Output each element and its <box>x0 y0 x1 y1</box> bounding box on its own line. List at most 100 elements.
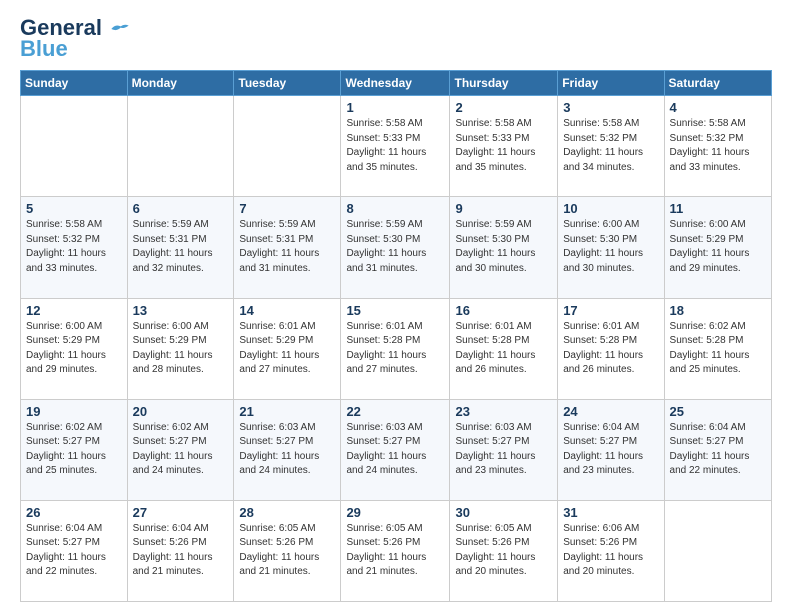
day-number: 17 <box>563 303 658 318</box>
weekday-header: Saturday <box>664 71 771 96</box>
calendar-cell: 25 Sunrise: 6:04 AMSunset: 5:27 PMDayligh… <box>664 399 771 500</box>
day-number: 30 <box>455 505 552 520</box>
day-number: 8 <box>346 201 444 216</box>
day-number: 6 <box>133 201 229 216</box>
day-number: 14 <box>239 303 335 318</box>
calendar-cell: 5 Sunrise: 5:58 AMSunset: 5:32 PMDaylight… <box>21 197 128 298</box>
day-number: 13 <box>133 303 229 318</box>
weekday-header: Wednesday <box>341 71 450 96</box>
page: General Blue SundayMondayTuesdayWednesda… <box>0 0 792 612</box>
day-number: 29 <box>346 505 444 520</box>
calendar-cell: 10 Sunrise: 6:00 AMSunset: 5:30 PMDayligh… <box>558 197 664 298</box>
day-info: Sunrise: 6:05 AMSunset: 5:26 PMDaylight:… <box>346 522 444 580</box>
calendar-cell: 12 Sunrise: 6:00 AMSunset: 5:29 PMDayligh… <box>21 298 128 399</box>
calendar-cell: 29 Sunrise: 6:05 AMSunset: 5:26 PMDayligh… <box>341 500 450 601</box>
calendar-cell: 4 Sunrise: 5:58 AMSunset: 5:32 PMDaylight… <box>664 96 771 197</box>
day-number: 26 <box>26 505 122 520</box>
weekday-header: Thursday <box>450 71 558 96</box>
logo: General Blue <box>20 16 130 62</box>
logo-blue: Blue <box>20 36 68 62</box>
calendar-cell: 24Sunrise: 6:04 AMSunset: 5:27 PMDayligh… <box>558 399 664 500</box>
calendar-table: SundayMondayTuesdayWednesdayThursdayFrid… <box>20 70 772 602</box>
day-number: 12 <box>26 303 122 318</box>
day-number: 20 <box>133 404 229 419</box>
day-number: 28 <box>239 505 335 520</box>
day-info: Sunrise: 6:02 AMSunset: 5:28 PMDaylight:… <box>670 320 766 378</box>
day-number: 5 <box>26 201 122 216</box>
day-number: 23 <box>455 404 552 419</box>
calendar-cell: 11 Sunrise: 6:00 AMSunset: 5:29 PMDayligh… <box>664 197 771 298</box>
day-number: 25 <box>670 404 766 419</box>
calendar-cell <box>21 96 128 197</box>
weekday-header: Tuesday <box>234 71 341 96</box>
day-info: Sunrise: 6:06 AMSunset: 5:26 PMDaylight:… <box>563 522 658 580</box>
day-number: 16 <box>455 303 552 318</box>
day-info: Sunrise: 6:05 AMSunset: 5:26 PMDaylight:… <box>239 522 335 580</box>
calendar-week-row: 26Sunrise: 6:04 AMSunset: 5:27 PMDayligh… <box>21 500 772 601</box>
calendar-cell: 9Sunrise: 5:59 AMSunset: 5:30 PMDaylight… <box>450 197 558 298</box>
day-number: 9 <box>455 201 552 216</box>
day-number: 27 <box>133 505 229 520</box>
day-info: Sunrise: 6:04 AMSunset: 5:27 PMDaylight:… <box>670 421 766 479</box>
day-info: Sunrise: 6:04 AMSunset: 5:27 PMDaylight:… <box>563 421 658 479</box>
day-info: Sunrise: 5:58 AMSunset: 5:32 PMDaylight:… <box>563 117 658 175</box>
weekday-header: Monday <box>127 71 234 96</box>
calendar-week-row: 12 Sunrise: 6:00 AMSunset: 5:29 PMDayligh… <box>21 298 772 399</box>
day-number: 31 <box>563 505 658 520</box>
calendar-cell: 14 Sunrise: 6:01 AMSunset: 5:29 PMDayligh… <box>234 298 341 399</box>
calendar-cell: 26Sunrise: 6:04 AMSunset: 5:27 PMDayligh… <box>21 500 128 601</box>
calendar-cell: 28 Sunrise: 6:05 AMSunset: 5:26 PMDayligh… <box>234 500 341 601</box>
day-info: Sunrise: 6:03 AMSunset: 5:27 PMDaylight:… <box>346 421 444 479</box>
day-number: 10 <box>563 201 658 216</box>
calendar-cell: 27 Sunrise: 6:04 AMSunset: 5:26 PMDayligh… <box>127 500 234 601</box>
weekday-header-row: SundayMondayTuesdayWednesdayThursdayFrid… <box>21 71 772 96</box>
day-info: Sunrise: 6:00 AMSunset: 5:30 PMDaylight:… <box>563 218 658 276</box>
day-info: Sunrise: 6:03 AMSunset: 5:27 PMDaylight:… <box>239 421 335 479</box>
calendar-week-row: 5 Sunrise: 5:58 AMSunset: 5:32 PMDaylight… <box>21 197 772 298</box>
calendar-cell: 7 Sunrise: 5:59 AMSunset: 5:31 PMDaylight… <box>234 197 341 298</box>
day-info: Sunrise: 5:58 AMSunset: 5:33 PMDaylight:… <box>455 117 552 175</box>
calendar-cell <box>664 500 771 601</box>
bird-icon <box>110 22 130 36</box>
calendar-cell <box>234 96 341 197</box>
day-number: 11 <box>670 201 766 216</box>
calendar-cell: 16 Sunrise: 6:01 AMSunset: 5:28 PMDayligh… <box>450 298 558 399</box>
day-info: Sunrise: 5:59 AMSunset: 5:30 PMDaylight:… <box>346 218 444 276</box>
calendar-cell: 19 Sunrise: 6:02 AMSunset: 5:27 PMDayligh… <box>21 399 128 500</box>
day-number: 19 <box>26 404 122 419</box>
day-number: 7 <box>239 201 335 216</box>
day-number: 22 <box>346 404 444 419</box>
weekday-header: Sunday <box>21 71 128 96</box>
weekday-header: Friday <box>558 71 664 96</box>
day-info: Sunrise: 5:59 AMSunset: 5:31 PMDaylight:… <box>239 218 335 276</box>
calendar-cell: 20 Sunrise: 6:02 AMSunset: 5:27 PMDayligh… <box>127 399 234 500</box>
day-info: Sunrise: 6:00 AMSunset: 5:29 PMDaylight:… <box>133 320 229 378</box>
day-info: Sunrise: 6:01 AMSunset: 5:28 PMDaylight:… <box>455 320 552 378</box>
calendar-cell: 13 Sunrise: 6:00 AMSunset: 5:29 PMDayligh… <box>127 298 234 399</box>
calendar-cell: 6 Sunrise: 5:59 AMSunset: 5:31 PMDaylight… <box>127 197 234 298</box>
day-info: Sunrise: 6:01 AMSunset: 5:29 PMDaylight:… <box>239 320 335 378</box>
calendar-cell: 8 Sunrise: 5:59 AMSunset: 5:30 PMDaylight… <box>341 197 450 298</box>
calendar-cell: 1Sunrise: 5:58 AMSunset: 5:33 PMDaylight… <box>341 96 450 197</box>
day-info: Sunrise: 6:04 AMSunset: 5:26 PMDaylight:… <box>133 522 229 580</box>
day-info: Sunrise: 5:59 AMSunset: 5:31 PMDaylight:… <box>133 218 229 276</box>
day-number: 3 <box>563 100 658 115</box>
day-info: Sunrise: 6:01 AMSunset: 5:28 PMDaylight:… <box>563 320 658 378</box>
calendar-cell: 21 Sunrise: 6:03 AMSunset: 5:27 PMDayligh… <box>234 399 341 500</box>
day-info: Sunrise: 6:02 AMSunset: 5:27 PMDaylight:… <box>26 421 122 479</box>
day-info: Sunrise: 6:02 AMSunset: 5:27 PMDaylight:… <box>133 421 229 479</box>
day-info: Sunrise: 5:58 AMSunset: 5:32 PMDaylight:… <box>670 117 766 175</box>
day-info: Sunrise: 6:01 AMSunset: 5:28 PMDaylight:… <box>346 320 444 378</box>
day-info: Sunrise: 5:58 AMSunset: 5:32 PMDaylight:… <box>26 218 122 276</box>
calendar-cell: 15 Sunrise: 6:01 AMSunset: 5:28 PMDayligh… <box>341 298 450 399</box>
calendar-cell: 31 Sunrise: 6:06 AMSunset: 5:26 PMDayligh… <box>558 500 664 601</box>
day-info: Sunrise: 6:00 AMSunset: 5:29 PMDaylight:… <box>26 320 122 378</box>
day-number: 21 <box>239 404 335 419</box>
day-number: 4 <box>670 100 766 115</box>
day-number: 15 <box>346 303 444 318</box>
calendar-cell: 18Sunrise: 6:02 AMSunset: 5:28 PMDayligh… <box>664 298 771 399</box>
calendar-cell: 22 Sunrise: 6:03 AMSunset: 5:27 PMDayligh… <box>341 399 450 500</box>
calendar-cell: 3 Sunrise: 5:58 AMSunset: 5:32 PMDaylight… <box>558 96 664 197</box>
calendar-cell: 30Sunrise: 6:05 AMSunset: 5:26 PMDayligh… <box>450 500 558 601</box>
day-info: Sunrise: 6:00 AMSunset: 5:29 PMDaylight:… <box>670 218 766 276</box>
